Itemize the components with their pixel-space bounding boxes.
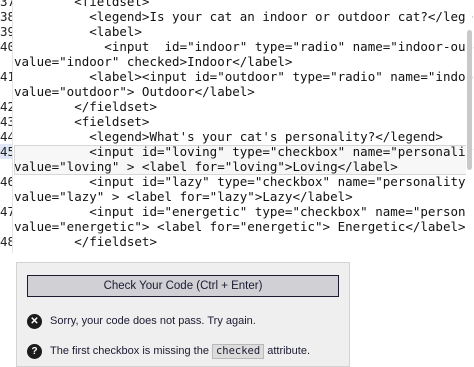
question-circle-icon: ? xyxy=(27,343,42,359)
line-number: 39 xyxy=(0,24,12,39)
line-number: 40 xyxy=(0,39,12,54)
line-number: 46 xyxy=(0,174,12,189)
code-line[interactable]: value="outdoor"> Outdoor</label> xyxy=(0,84,474,99)
test-output-panel: Check Your Code (Ctrl + Enter) ✕ Sorry, … xyxy=(16,262,350,367)
code-line[interactable]: 47 <input id="energetic" type="checkbox"… xyxy=(0,204,474,219)
code-text[interactable]: <label> xyxy=(14,24,142,39)
code-text[interactable]: value="energetic"> <label for="energetic… xyxy=(14,219,466,234)
hint-suffix: attribute. xyxy=(267,345,311,357)
line-number: 47 xyxy=(0,204,12,219)
line-number: 42 xyxy=(0,99,12,114)
line-number: 38 xyxy=(0,9,12,24)
code-line[interactable]: 38 <legend>Is your cat an indoor or outd… xyxy=(0,9,474,24)
code-text[interactable]: <legend>Is your cat an indoor or outdoor… xyxy=(14,9,474,24)
code-text[interactable]: <input id="loving" type="checkbox" name=… xyxy=(14,144,474,159)
code-line[interactable]: 44 <legend>What's your cat's personality… xyxy=(0,129,474,144)
code-text[interactable]: <fieldset> xyxy=(14,0,149,9)
code-text[interactable]: value="outdoor"> Outdoor</label> xyxy=(14,84,255,99)
code-editor[interactable]: 37 <fieldset> 38 <legend>Is your cat an i… xyxy=(0,0,474,253)
line-number: 37 xyxy=(0,0,12,9)
code-line[interactable]: 43 <fieldset> xyxy=(0,114,474,129)
line-number: 44 xyxy=(0,129,12,144)
code-line[interactable]: value="loving" > <label for="loving">Lov… xyxy=(0,159,474,174)
code-line[interactable]: 37 <fieldset> xyxy=(0,0,474,9)
code-line[interactable]: 39 <label> xyxy=(0,24,474,39)
hint-prefix: The first checkbox is missing the xyxy=(50,345,209,357)
code-line[interactable]: value="lazy" > <label for="lazy">Lazy</l… xyxy=(0,189,474,204)
code-text[interactable]: <fieldset> xyxy=(14,114,149,129)
code-text[interactable]: value="indoor" checked>Indoor</label> xyxy=(14,54,292,69)
code-text[interactable]: <label><input id="outdoor" type="radio" … xyxy=(14,69,474,84)
code-text[interactable]: <input id="indoor" type="radio" name="in… xyxy=(14,39,474,54)
line-number: 48 xyxy=(0,234,12,249)
code-text[interactable]: <legend>What's your cat's personality?</… xyxy=(14,129,443,144)
x-circle-icon: ✕ xyxy=(27,313,42,329)
code-text[interactable]: </fieldset> xyxy=(14,234,157,249)
code-line[interactable]: value="indoor" checked>Indoor</label> xyxy=(0,54,474,69)
fail-message: ✕ Sorry, your code does not pass. Try ag… xyxy=(27,313,256,329)
code-text[interactable]: value="lazy" > <label for="lazy">Lazy</l… xyxy=(14,189,353,204)
code-text[interactable]: <input id="energetic" type="checkbox" na… xyxy=(14,204,474,219)
fail-message-text: Sorry, your code does not pass. Try agai… xyxy=(50,315,256,327)
code-line[interactable]: 45 <input id="loving" type="checkbox" na… xyxy=(0,144,474,159)
code-line[interactable]: 46 <input id="lazy" type="checkbox" name… xyxy=(0,174,474,189)
line-number: 41 xyxy=(0,69,12,84)
code-text[interactable]: value="loving" > <label for="loving">Lov… xyxy=(14,159,398,174)
code-line[interactable]: 42 </fieldset> xyxy=(0,99,474,114)
editor-scrollbar-thumb[interactable] xyxy=(467,30,472,170)
code-line[interactable]: value="energetic"> <label for="energetic… xyxy=(0,219,474,234)
code-text[interactable]: <input id="lazy" type="checkbox" name="p… xyxy=(14,174,473,189)
code-line[interactable]: 41 <label><input id="outdoor" type="radi… xyxy=(0,69,474,84)
line-number: 45 xyxy=(0,144,12,159)
hint-message: ? The first checkbox is missing the chec… xyxy=(27,343,310,359)
code-text[interactable]: </fieldset> xyxy=(14,99,157,114)
hint-code: checked xyxy=(211,343,265,359)
code-line[interactable]: 40 <input id="indoor" type="radio" name=… xyxy=(0,39,474,54)
check-code-button[interactable]: Check Your Code (Ctrl + Enter) xyxy=(27,275,339,297)
line-number: 43 xyxy=(0,114,12,129)
code-line[interactable]: 48 </fieldset> xyxy=(0,234,474,249)
